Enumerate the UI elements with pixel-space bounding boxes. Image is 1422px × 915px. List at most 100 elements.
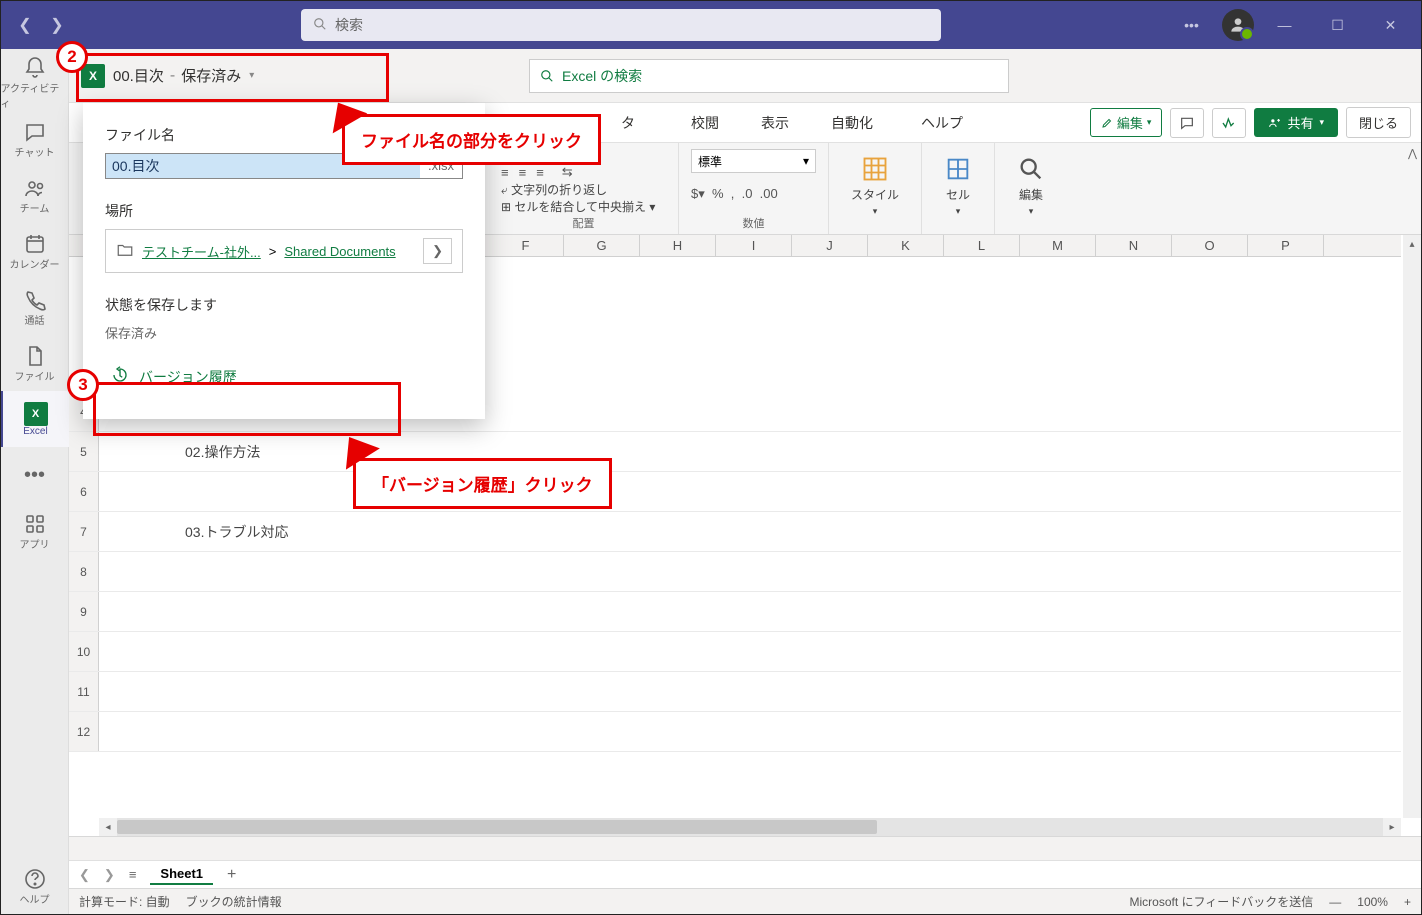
chevron-down-icon: ▾ <box>1147 117 1152 128</box>
col-header[interactable]: P <box>1248 235 1324 256</box>
global-search[interactable]: 検索 <box>301 9 941 41</box>
help-icon <box>23 867 47 891</box>
col-header[interactable]: I <box>716 235 792 256</box>
collapse-ribbon-icon[interactable]: ⋀ <box>1408 147 1417 160</box>
col-header[interactable]: G <box>564 235 640 256</box>
horizontal-scrollbar[interactable]: ◂▸ <box>99 818 1401 836</box>
row-header[interactable]: 9 <box>69 592 99 631</box>
col-header[interactable]: H <box>640 235 716 256</box>
col-header[interactable]: J <box>792 235 868 256</box>
excel-icon: X <box>24 402 48 426</box>
location-team-link[interactable]: テストチーム-社外... <box>142 242 261 261</box>
row-header[interactable]: 11 <box>69 672 99 711</box>
save-status: 保存済み <box>181 65 241 86</box>
location-row[interactable]: テストチーム-社外... > Shared Documents ❯ <box>105 229 463 273</box>
sidebar-item-chat[interactable]: チャット <box>1 111 69 167</box>
version-history-button[interactable]: バージョン履歴 <box>105 356 463 397</box>
more-icon[interactable]: ••• <box>1169 1 1214 49</box>
sidebar-item-teams[interactable]: チーム <box>1 167 69 223</box>
location-folder-link[interactable]: Shared Documents <box>284 244 395 259</box>
wrap-text-button[interactable]: ⤶ 文字列の折り返し <box>501 181 607 198</box>
status-bar: 計算モード: 自動 ブックの統計情報 Microsoft にフィードバックを送信… <box>69 888 1421 914</box>
cell[interactable]: 03.トラブル対応 <box>179 512 419 552</box>
sheet-nav-next[interactable]: ❯ <box>104 867 115 883</box>
feedback-link[interactable]: Microsoft にフィードバックを送信 <box>1130 893 1314 910</box>
table-row[interactable]: 11 <box>69 672 1401 712</box>
tab-help[interactable]: ヘルプ <box>909 105 975 141</box>
table-row[interactable]: 7 03.トラブル対応 <box>69 512 1401 552</box>
row-header[interactable]: 5 <box>69 432 99 471</box>
calendar-icon <box>23 232 47 256</box>
table-row[interactable]: 6 <box>69 472 1401 512</box>
filename-text: 00.目次 <box>113 65 164 86</box>
sheet-nav-prev[interactable]: ❮ <box>79 867 90 883</box>
all-sheets-icon[interactable]: ≡ <box>129 867 137 882</box>
sidebar-item-apps[interactable]: アプリ <box>1 503 69 559</box>
close-window-icon[interactable]: ✕ <box>1368 1 1413 49</box>
table-row[interactable]: 12 <box>69 712 1401 752</box>
row-header[interactable]: 7 <box>69 512 99 551</box>
row-header[interactable]: 10 <box>69 632 99 671</box>
excel-search[interactable]: Excel の検索 <box>529 59 1009 93</box>
styles-button[interactable]: スタイル▾ <box>841 149 909 223</box>
add-sheet-button[interactable]: + <box>227 866 236 884</box>
sheet-tab-row: ❮ ❯ ≡ Sheet1 + <box>69 860 1421 888</box>
maximize-icon[interactable]: ☐ <box>1315 1 1360 49</box>
sidebar-item-calendar[interactable]: カレンダー <box>1 223 69 279</box>
avatar[interactable] <box>1222 9 1254 41</box>
sidebar-item-calls[interactable]: 通話 <box>1 279 69 335</box>
zoom-in[interactable]: + <box>1404 895 1411 909</box>
sheet-tab[interactable]: Sheet1 <box>150 864 213 885</box>
row-header[interactable]: 8 <box>69 552 99 591</box>
sidebar-label: ファイル <box>15 368 55 383</box>
close-button[interactable]: 閉じる <box>1346 107 1411 138</box>
table-row[interactable]: 9 <box>69 592 1401 632</box>
tab-data-partial[interactable]: タ <box>609 105 647 141</box>
col-header[interactable]: K <box>868 235 944 256</box>
minimize-icon[interactable]: — <box>1262 1 1307 49</box>
share-button[interactable]: 共有 ▾ <box>1254 108 1338 137</box>
chevron-right-icon[interactable]: ❯ <box>423 238 452 264</box>
number-format-select[interactable]: 標準▾ <box>691 149 816 173</box>
comments-button[interactable] <box>1170 108 1204 138</box>
sidebar-item-more[interactable]: ••• <box>1 447 69 503</box>
align-buttons-2[interactable]: ≡≡≡⇆ <box>501 164 666 180</box>
location-label: 場所 <box>105 201 463 221</box>
sidebar-item-help[interactable]: ヘルプ <box>1 858 69 914</box>
sidebar-item-files[interactable]: ファイル <box>1 335 69 391</box>
row-header[interactable]: 12 <box>69 712 99 751</box>
merge-button[interactable]: ⊞ セルを結合して中央揃え ▾ <box>501 198 655 215</box>
nav-back[interactable]: ❮ <box>9 9 41 41</box>
table-row[interactable]: 10 <box>69 632 1401 672</box>
cells-button[interactable]: セル▾ <box>934 149 982 223</box>
vertical-scrollbar[interactable]: ▴ <box>1403 235 1421 818</box>
tab-review[interactable]: 校閲 <box>679 105 731 141</box>
tab-view[interactable]: 表示 <box>749 105 801 141</box>
col-header[interactable]: L <box>944 235 1020 256</box>
sidebar-label: チーム <box>20 200 50 215</box>
col-header[interactable]: N <box>1096 235 1172 256</box>
people-icon <box>23 176 47 200</box>
workbook-stats[interactable]: ブックの統計情報 <box>186 893 282 910</box>
col-header[interactable]: O <box>1172 235 1248 256</box>
zoom-out[interactable]: — <box>1329 895 1341 909</box>
search-icon <box>313 17 327 34</box>
table-row[interactable]: 502.操作方法 <box>69 432 1401 472</box>
col-header[interactable]: M <box>1020 235 1096 256</box>
number-buttons[interactable]: $▾ % , .0 .00 <box>691 186 816 202</box>
nav-forward[interactable]: ❯ <box>41 9 73 41</box>
tab-automate[interactable]: 自動化 <box>819 105 885 141</box>
sheet-tab-bar <box>69 836 1421 860</box>
chevron-down-icon: ▾ <box>249 70 254 81</box>
filename-dropdown-trigger[interactable]: 00.目次 - 保存済み ▾ <box>113 65 254 86</box>
catchup-button[interactable] <box>1212 108 1246 138</box>
editing-button[interactable]: 編集▾ <box>1007 149 1055 223</box>
group-label-align: 配置 <box>501 215 666 231</box>
col-header[interactable]: F <box>488 235 564 256</box>
row-header[interactable]: 6 <box>69 472 99 511</box>
table-row[interactable]: 8 <box>69 552 1401 592</box>
folder-icon <box>116 241 134 262</box>
sidebar-item-excel[interactable]: XExcel <box>1 391 69 447</box>
sidebar-label: 通話 <box>25 312 45 327</box>
edit-mode-button[interactable]: 編集 ▾ <box>1090 108 1163 137</box>
